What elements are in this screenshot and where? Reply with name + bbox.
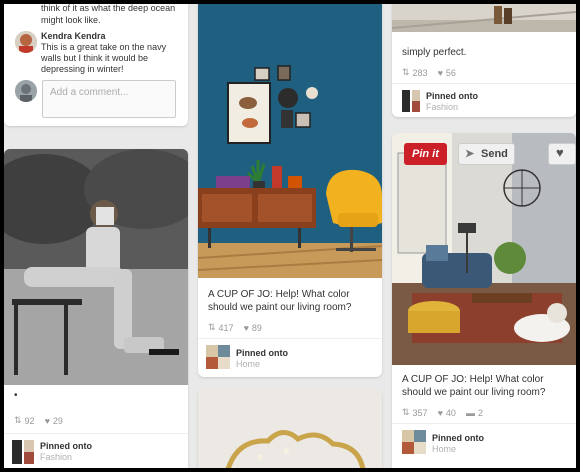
pinned-onto: Pinned onto Home [236,348,288,370]
divider [4,433,188,434]
pin-image[interactable] [392,133,576,365]
pinned-onto-label: Pinned onto [432,433,484,443]
pin-card-bracelet [198,389,382,468]
pin-description: A CUP OF JO: Help! What color should we … [208,289,352,313]
commenter-avatar[interactable] [15,31,37,53]
street-photo [392,4,576,32]
user-avatar [15,80,37,102]
comment-icon: ▬ [465,407,475,418]
navy-living-room-photo [198,4,382,278]
board-thumbnail-image [12,440,34,464]
heart-icon: ♥ [437,67,443,78]
pin-stats: ⇅ 357 ♥ 40 ▬ 2 [402,407,483,418]
pinned-onto: Pinned onto Home [432,433,484,455]
repin-count: ⇅ 92 [14,415,35,426]
pin-stats: ⇅ 283 ♥ 56 [402,67,456,78]
heart-icon: ♥ [243,322,249,333]
board-name[interactable]: Fashion [426,102,478,113]
send-icon: ➤ [465,148,475,160]
board-thumbnail-image [402,430,426,454]
gold-bracelet-photo [198,389,382,468]
board-name[interactable]: Home [432,444,484,455]
add-comment-input[interactable]: Add a comment... [42,80,176,118]
comments-card: think of it as what the deep ocean might… [4,4,188,126]
repin-icon: ⇅ [14,415,22,425]
pin-description: A CUP OF JO: Help! What color should we … [402,374,546,398]
repin-count: ⇅ 417 [208,322,234,333]
pinned-onto-label: Pinned onto [236,348,288,358]
like-count: ♥ 56 [437,67,456,78]
board-thumbnail[interactable] [402,430,426,454]
board-name[interactable]: Home [236,359,288,370]
pin-image[interactable] [4,149,188,385]
pin-image[interactable] [198,389,382,468]
pin-card-simply-perfect: simply perfect. ⇅ 283 ♥ 56 Pinned onto Fas… [392,4,576,117]
send-button[interactable]: ➤ Send [458,143,515,165]
heart-icon: ♥ [437,407,443,418]
comment-count: ▬ 2 [465,407,483,418]
board-name[interactable]: Fashion [40,452,92,463]
repin-icon: ⇅ [208,322,216,332]
board-thumbnail[interactable] [12,440,34,464]
repin-icon: ⇅ [402,407,410,417]
pin-description: simply perfect. [402,47,467,58]
divider [392,83,576,84]
board-thumbnail-image [402,90,420,112]
pinned-onto-label: Pinned onto [426,91,478,101]
repin-icon: ⇅ [402,67,410,77]
like-button[interactable]: ♥ [548,143,576,165]
bw-fashion-photo [4,149,188,385]
pin-card-living-room: A CUP OF JO: Help! What color should we … [198,4,382,377]
pin-stats: ⇅ 417 ♥ 89 [208,322,262,333]
pin-card-fashion: • ⇅ 92 ♥ 29 Pinned onto Fashion [4,149,188,468]
repin-count: ⇅ 357 [402,407,428,418]
like-count: ♥ 89 [243,322,262,333]
comment-text: This is a great take on the navy walls b… [41,42,167,74]
board-thumbnail-image [206,345,230,369]
send-label: Send [481,148,508,160]
pin-stats: ⇅ 92 ♥ 29 [14,415,63,426]
like-count: ♥ 29 [44,415,63,426]
avatar-image [15,31,37,53]
board-thumbnail[interactable] [206,345,230,369]
pin-it-button[interactable]: Pin it [404,143,447,165]
heart-icon: ♥ [44,415,50,426]
pin-image[interactable] [392,4,576,32]
pinned-onto-label: Pinned onto [40,441,92,451]
commenter-name[interactable]: Kendra Kendra [41,31,106,41]
user-avatar-image [15,80,37,102]
divider [198,338,382,339]
pin-grid: think of it as what the deep ocean might… [4,4,576,468]
living-room-photo [392,133,576,365]
heart-icon: ♥ [556,145,564,160]
board-thumbnail[interactable] [402,90,420,112]
divider [392,423,576,424]
pinned-onto: Pinned onto Fashion [426,91,478,113]
pin-card-living-room-hover: Pin it ➤ Send ♥ A CUP OF JO: Help! What … [392,133,576,468]
pinned-onto: Pinned onto Fashion [40,441,92,463]
previous-comment-text: think of it as what the deep ocean might… [41,4,176,25]
like-count: ♥ 40 [437,407,456,418]
repin-count: ⇅ 283 [402,67,428,78]
pin-image[interactable] [198,4,382,278]
pin-description: • [14,390,18,401]
